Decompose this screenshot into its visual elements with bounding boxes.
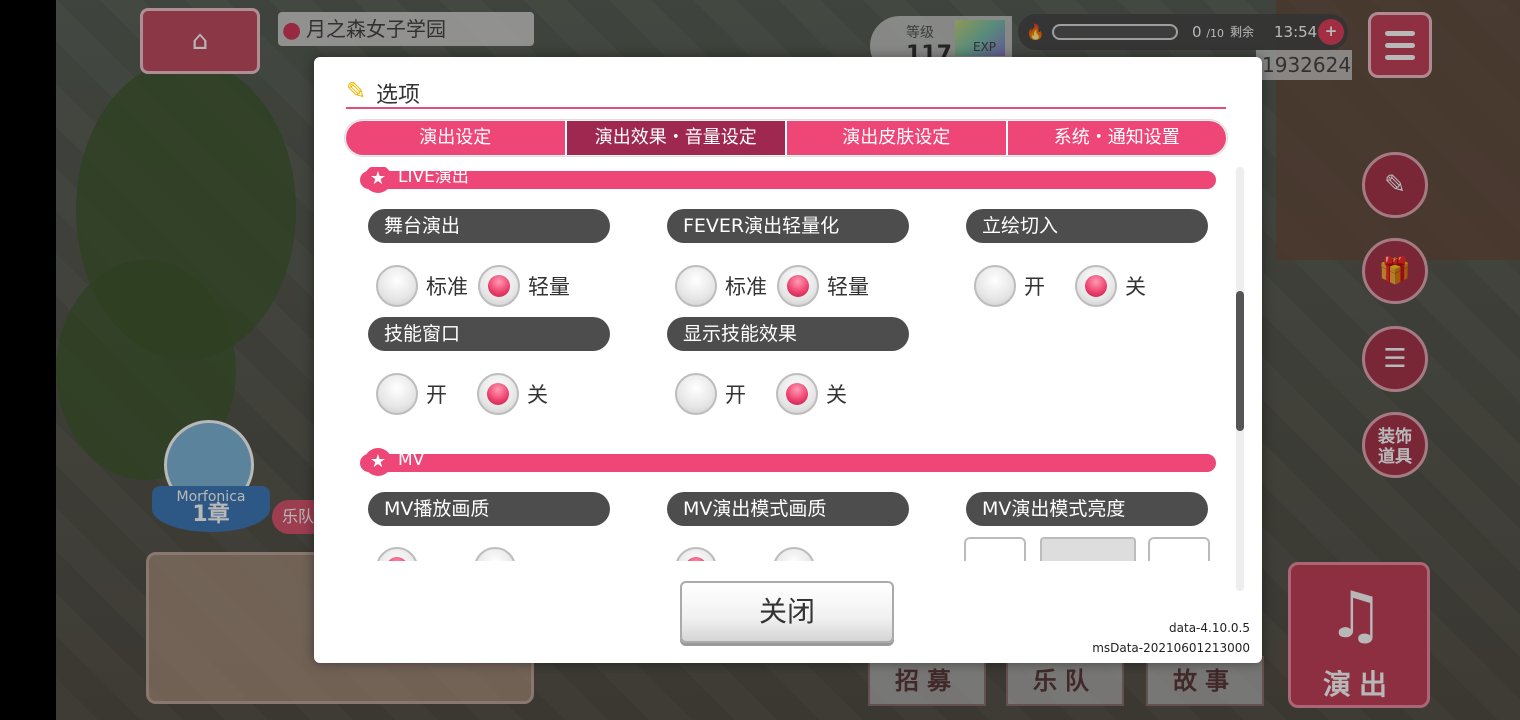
tab-effects-volume[interactable]: 演出效果・音量设定 (566, 121, 787, 155)
radio-high[interactable] (675, 547, 717, 561)
radio-group-mv-quality (376, 545, 516, 561)
scrollbar-thumb[interactable] (1236, 291, 1244, 431)
options-dialog: ✎ 选项 演出设定 演出效果・音量设定 演出皮肤设定 系统・通知设置 ★ LIV… (314, 57, 1262, 663)
option-label-mv-quality: MV播放画质 (368, 492, 610, 526)
option-label-mv-mode-quality: MV演出模式画质 (667, 492, 909, 526)
dialog-header: ✎ 选项 (346, 73, 1226, 109)
radio-label: 开 (725, 383, 746, 407)
radio-label: 开 (426, 383, 447, 407)
radio-group-fever: 标准 轻量 (675, 263, 869, 309)
section-title: LIVE演出 (398, 167, 469, 187)
option-label-fever: FEVER演出轻量化 (667, 209, 909, 243)
radio-off[interactable] (477, 373, 519, 415)
star-icon: ★ (364, 167, 392, 193)
radio-light[interactable] (478, 265, 520, 307)
radio-on[interactable] (376, 373, 418, 415)
radio-high[interactable] (376, 547, 418, 561)
radio-standard[interactable] (675, 265, 717, 307)
tab-performance-settings[interactable]: 演出设定 (346, 121, 567, 155)
tab-skin-settings[interactable]: 演出皮肤设定 (787, 121, 1008, 155)
radio-label: 开 (1024, 275, 1045, 299)
radio-standard[interactable] (376, 265, 418, 307)
radio-group-skill-window: 开 关 (376, 371, 548, 417)
option-label-skill-window: 技能窗口 (368, 317, 610, 351)
radio-on[interactable] (675, 373, 717, 415)
radio-off[interactable] (776, 373, 818, 415)
star-icon: ★ (364, 448, 392, 476)
radio-label: 关 (527, 383, 548, 407)
tab-bar: 演出设定 演出效果・音量设定 演出皮肤设定 系统・通知设置 (344, 119, 1228, 157)
option-label-cutin: 立绘切入 (966, 209, 1208, 243)
pen-icon: ✎ (346, 77, 367, 105)
close-button[interactable]: 关闭 (680, 581, 894, 643)
dialog-title: 选项 (376, 83, 421, 108)
radio-label: 关 (1125, 275, 1146, 299)
radio-group-stage: 标准 轻量 (376, 263, 570, 309)
radio-group-cutin: 开 关 (974, 263, 1146, 309)
radio-off[interactable] (1075, 265, 1117, 307)
option-label-stage: 舞台演出 (368, 209, 610, 243)
radio-label: 标准 (426, 275, 468, 299)
section-title: MV (398, 450, 425, 470)
brightness-decrease-button[interactable] (964, 537, 1026, 561)
section-header-live: ★ LIVE演出 (360, 167, 1216, 193)
radio-group-mv-mode-quality (675, 545, 815, 561)
option-label-mv-brightness: MV演出模式亮度 (966, 492, 1208, 526)
options-scroll-area[interactable]: ★ LIVE演出 舞台演出 标准 轻量 FEVER演出轻量化 标准 轻量 立绘切… (358, 167, 1220, 561)
radio-low[interactable] (773, 547, 815, 561)
option-label-skill-effect: 显示技能效果 (667, 317, 909, 351)
radio-label: 关 (826, 383, 847, 407)
section-header-mv: ★ MV (360, 448, 1216, 476)
radio-on[interactable] (974, 265, 1016, 307)
tab-system-notifications[interactable]: 系统・通知设置 (1007, 121, 1226, 155)
radio-label: 轻量 (827, 275, 869, 299)
data-version: data-4.10.0.5 (1169, 621, 1250, 635)
radio-label: 轻量 (528, 275, 570, 299)
radio-low[interactable] (474, 547, 516, 561)
msdata-version: msData-20210601213000 (1092, 641, 1250, 655)
radio-light[interactable] (777, 265, 819, 307)
radio-label: 标准 (725, 275, 767, 299)
radio-group-skill-effect: 开 关 (675, 371, 847, 417)
brightness-value (1040, 537, 1136, 561)
brightness-increase-button[interactable] (1148, 537, 1210, 561)
